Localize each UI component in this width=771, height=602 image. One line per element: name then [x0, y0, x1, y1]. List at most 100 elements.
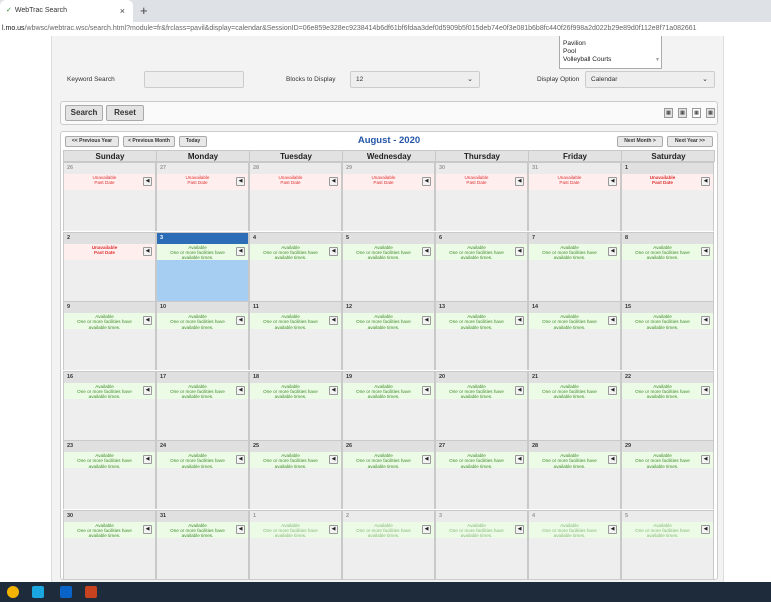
calendar-day-cell[interactable]: 2 Unavailable Past Date ◀ [63, 231, 156, 301]
reset-button[interactable]: Reset [106, 105, 144, 121]
calendar-day-cell[interactable]: 18 Available One or more facilities have av… [249, 370, 342, 440]
calendar-day-cell[interactable]: 1 Unavailable Past Date ◀ [621, 162, 714, 231]
expand-arrow-icon[interactable]: ◀ [515, 524, 524, 534]
expand-arrow-icon[interactable]: ◀ [329, 524, 338, 534]
expand-arrow-icon[interactable]: ◀ [422, 316, 431, 325]
next-month-button[interactable]: Next Month > [617, 136, 663, 147]
expand-arrow-icon[interactable]: ◀ [236, 177, 245, 186]
expand-arrow-icon[interactable]: ◀ [422, 385, 431, 395]
calendar-day-cell[interactable]: 30 Unavailable Past Date ◀ [435, 162, 528, 231]
expand-arrow-icon[interactable]: ◀ [329, 177, 338, 186]
calendar-day-cell[interactable]: 1 Available One or more facilities have ava… [249, 509, 342, 579]
expand-arrow-icon[interactable]: ◀ [701, 316, 710, 325]
calendar-day-cell[interactable]: 27 Unavailable Past Date ◀ [156, 162, 249, 231]
calendar-view-icon[interactable]: ▦ [692, 108, 701, 118]
expand-arrow-icon[interactable]: ◀ [701, 524, 710, 534]
expand-arrow-icon[interactable]: ◀ [515, 385, 524, 395]
expand-arrow-icon[interactable]: ◀ [701, 385, 710, 395]
expand-arrow-icon[interactable]: ◀ [236, 524, 245, 534]
expand-arrow-icon[interactable]: ◀ [143, 385, 152, 395]
scroll-down-icon[interactable]: ▼ [655, 56, 660, 64]
calendar-day-cell[interactable]: 21 Available One or more facilities have av… [528, 370, 621, 440]
calendar-day-cell[interactable]: 26 Unavailable Past Date ◀ [63, 162, 156, 231]
browser-tab[interactable]: ✓ WebTrac Search × [0, 0, 133, 22]
calendar-day-cell[interactable]: 25 Available One or more facilities have av… [249, 440, 342, 509]
calendar-day-cell[interactable]: 29 Unavailable Past Date ◀ [342, 162, 435, 231]
grid-view-icon[interactable]: ▦ [678, 108, 687, 118]
calendar-day-cell[interactable]: 14 Available One or more facilities have av… [528, 301, 621, 370]
expand-arrow-icon[interactable]: ◀ [329, 455, 338, 464]
expand-arrow-icon[interactable]: ◀ [608, 177, 617, 186]
calendar-day-cell[interactable]: 20 Available One or more facilities have av… [435, 370, 528, 440]
calendar-day-cell[interactable]: 5 Available One or more facilities have ava… [621, 509, 714, 579]
expand-arrow-icon[interactable]: ◀ [515, 455, 524, 464]
calendar-day-cell[interactable]: 13 Available One or more facilities have av… [435, 301, 528, 370]
facility-option[interactable]: Pool [563, 48, 658, 56]
next-year-button[interactable]: Next Year >> [667, 136, 713, 147]
expand-arrow-icon[interactable]: ◀ [143, 246, 152, 256]
expand-arrow-icon[interactable]: ◀ [608, 316, 617, 325]
expand-arrow-icon[interactable]: ◀ [422, 524, 431, 534]
expand-arrow-icon[interactable]: ◀ [143, 316, 152, 325]
close-tab-icon[interactable]: × [120, 0, 125, 22]
expand-arrow-icon[interactable]: ◀ [236, 455, 245, 464]
calendar-day-cell[interactable]: 24 Available One or more facilities have av… [156, 440, 249, 509]
calendar-day-cell[interactable]: 4 Available One or more facilities have ava… [528, 509, 621, 579]
calendar-day-cell[interactable]: 23 Available One or more facilities have av… [63, 440, 156, 509]
facility-type-listbox[interactable]: Pavilion Pool Volleyball Courts ▼ [559, 36, 662, 69]
facility-option[interactable]: Pavilion [563, 40, 658, 48]
calendar-day-cell[interactable]: 3 Available One or more facilities have ava… [156, 231, 249, 301]
expand-arrow-icon[interactable]: ◀ [143, 455, 152, 464]
list-view-icon[interactable]: ▦ [664, 108, 673, 118]
expand-arrow-icon[interactable]: ◀ [236, 316, 245, 325]
calendar-day-cell[interactable]: 3 Available One or more facilities have ava… [435, 509, 528, 579]
expand-arrow-icon[interactable]: ◀ [608, 385, 617, 395]
expand-arrow-icon[interactable]: ◀ [515, 316, 524, 325]
calendar-day-cell[interactable]: 10 Available One or more facilities have av… [156, 301, 249, 370]
expand-arrow-icon[interactable]: ◀ [143, 524, 152, 534]
new-tab-button[interactable]: + [140, 0, 148, 22]
expand-arrow-icon[interactable]: ◀ [608, 455, 617, 464]
search-button[interactable]: Search [65, 105, 103, 121]
calendar-day-cell[interactable]: 22 Available One or more facilities have av… [621, 370, 714, 440]
calendar-day-cell[interactable]: 31 Unavailable Past Date ◀ [528, 162, 621, 231]
calendar-day-cell[interactable]: 31 Available One or more facilities have av… [156, 509, 249, 579]
expand-arrow-icon[interactable]: ◀ [329, 246, 338, 256]
calendar-day-cell[interactable]: 11 Available One or more facilities have av… [249, 301, 342, 370]
expand-arrow-icon[interactable]: ◀ [422, 177, 431, 186]
calendar-day-cell[interactable]: 19 Available One or more facilities have av… [342, 370, 435, 440]
display-option-select[interactable]: Calendar ⌄ [585, 71, 715, 88]
calendar-day-cell[interactable]: 26 Available One or more facilities have av… [342, 440, 435, 509]
calendar-day-cell[interactable]: 5 Available One or more facilities have ava… [342, 231, 435, 301]
calendar-day-cell[interactable]: 8 Available One or more facilities have ava… [621, 231, 714, 301]
expand-arrow-icon[interactable]: ◀ [515, 177, 524, 186]
expand-arrow-icon[interactable]: ◀ [701, 246, 710, 256]
calendar-day-cell[interactable]: 29 Available One or more facilities have av… [621, 440, 714, 509]
calendar-day-cell[interactable]: 15 Available One or more facilities have av… [621, 301, 714, 370]
expand-arrow-icon[interactable]: ◀ [422, 455, 431, 464]
blocks-to-display-select[interactable]: 12 ⌄ [350, 71, 480, 88]
expand-arrow-icon[interactable]: ◀ [515, 246, 524, 256]
skype-icon[interactable] [32, 586, 44, 598]
powerpoint-icon[interactable] [85, 586, 97, 598]
address-bar[interactable]: l.mo.us/wbwsc/webtrac.wsc/search.html?mo… [0, 22, 771, 36]
calendar-day-cell[interactable]: 7 Available One or more facilities have ava… [528, 231, 621, 301]
expand-arrow-icon[interactable]: ◀ [236, 246, 245, 256]
calendar-day-cell[interactable]: 28 Available One or more facilities have av… [528, 440, 621, 509]
map-view-icon[interactable]: ▦ [706, 108, 715, 118]
facility-option[interactable]: Volleyball Courts [563, 56, 658, 64]
calendar-day-cell[interactable]: 12 Available One or more facilities have av… [342, 301, 435, 370]
expand-arrow-icon[interactable]: ◀ [329, 316, 338, 325]
calendar-day-cell[interactable]: 27 Available One or more facilities have av… [435, 440, 528, 509]
expand-arrow-icon[interactable]: ◀ [701, 177, 710, 186]
calendar-day-cell[interactable]: 30 Available One or more facilities have av… [63, 509, 156, 579]
keyword-search-input[interactable] [144, 71, 244, 88]
calendar-day-cell[interactable]: 4 Available One or more facilities have ava… [249, 231, 342, 301]
chrome-icon[interactable] [7, 586, 19, 598]
expand-arrow-icon[interactable]: ◀ [236, 385, 245, 395]
expand-arrow-icon[interactable]: ◀ [701, 455, 710, 464]
expand-arrow-icon[interactable]: ◀ [608, 524, 617, 534]
expand-arrow-icon[interactable]: ◀ [608, 246, 617, 256]
calendar-day-cell[interactable]: 17 Available One or more facilities have av… [156, 370, 249, 440]
calendar-day-cell[interactable]: 2 Available One or more facilities have ava… [342, 509, 435, 579]
